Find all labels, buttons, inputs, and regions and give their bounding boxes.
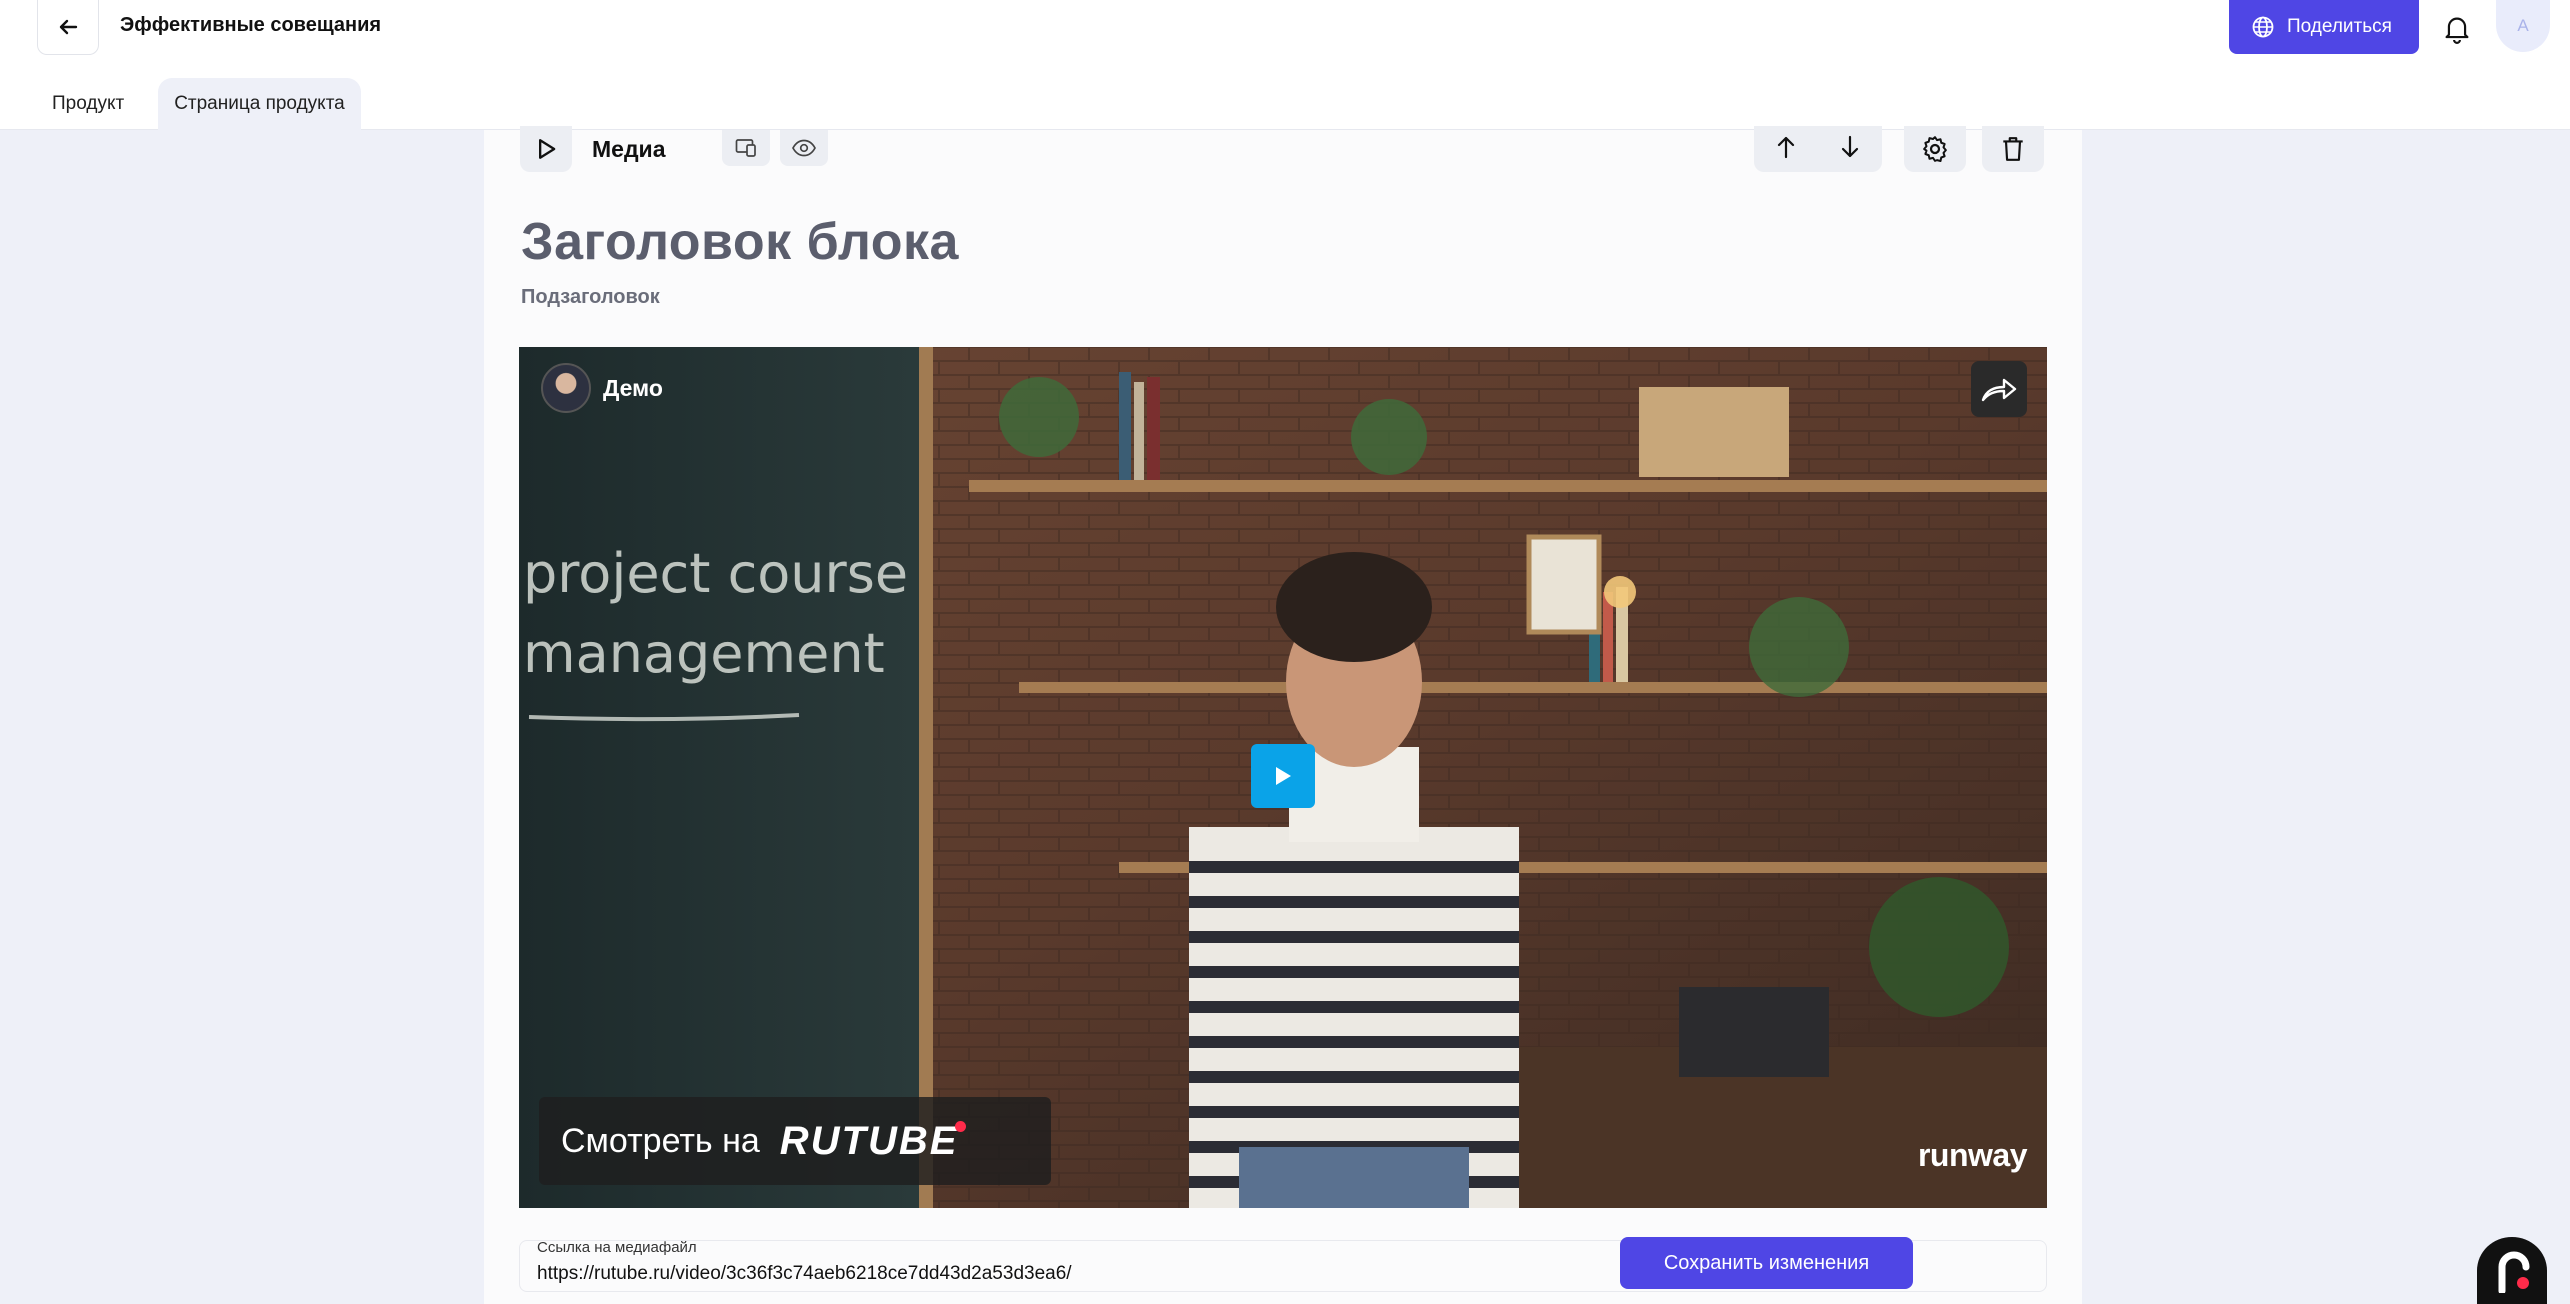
block-toolbar: Медиа	[520, 126, 2046, 172]
channel-info[interactable]: Демо	[541, 363, 663, 413]
arrow-left-icon	[59, 19, 78, 35]
channel-name: Демо	[603, 374, 663, 401]
play-outline-icon	[539, 139, 556, 159]
block-subtitle[interactable]: Подзаголовок	[521, 286, 660, 309]
save-changes-button[interactable]: Сохранить изменения	[1620, 1237, 1913, 1289]
top-bar: Эффективные совещания Поделиться A Проду…	[0, 0, 2570, 130]
rutube-logo: RUTUBE	[780, 1119, 967, 1164]
gear-icon	[1923, 136, 1947, 162]
watch-on-rutube-button[interactable]: Смотреть на RUTUBE	[539, 1097, 1051, 1185]
media-link-input[interactable]: https://rutube.ru/video/3c36f3c74aeb6218…	[537, 1263, 1072, 1285]
block-title[interactable]: Заголовок блока	[521, 212, 959, 272]
tab-product[interactable]: Продукт	[36, 78, 140, 130]
move-down-button[interactable]	[1838, 134, 1862, 165]
block-type-button[interactable]	[520, 126, 572, 172]
share-arrow-icon	[1981, 378, 2017, 402]
help-launcher-button[interactable]	[2477, 1237, 2547, 1304]
move-up-button[interactable]	[1774, 134, 1798, 165]
globe-icon	[2252, 16, 2274, 38]
bell-icon	[2445, 17, 2469, 44]
channel-avatar	[541, 363, 591, 413]
chalk-text-line1: project course	[523, 542, 908, 605]
block-editor-card: Медиа Заголовок блока Подзаголовок proje…	[484, 126, 2082, 1304]
reorder-group	[1754, 126, 1882, 172]
video-play-button[interactable]	[1251, 744, 1315, 808]
block-settings-button[interactable]	[1904, 126, 1966, 172]
tab-bar: Продукт Страница продукта	[36, 78, 361, 130]
device-preview-button[interactable]	[722, 130, 770, 166]
arrow-down-icon	[1841, 135, 1859, 157]
video-share-button[interactable]	[1971, 361, 2027, 417]
runway-watermark: runway	[1917, 1137, 2028, 1173]
eye-icon	[792, 139, 816, 157]
app-title: Эффективные совещания	[120, 14, 382, 36]
share-button-label: Поделиться	[2287, 16, 2392, 37]
play-icon	[1276, 767, 1291, 785]
notifications-button[interactable]	[2440, 12, 2474, 46]
media-link-label: Ссылка на медиафайл	[537, 1239, 697, 1256]
share-button[interactable]: Поделиться	[2229, 0, 2419, 54]
trash-icon	[2003, 137, 2023, 161]
block-type-label: Медиа	[592, 136, 666, 162]
devices-icon	[735, 139, 756, 157]
visibility-button[interactable]	[780, 130, 828, 166]
arrow-up-icon	[1777, 136, 1795, 158]
tab-product-page[interactable]: Страница продукта	[158, 78, 361, 130]
chalk-text-line2: management	[523, 622, 885, 685]
delete-block-button[interactable]	[1982, 126, 2044, 172]
watch-on-label: Смотреть на	[561, 1121, 760, 1160]
chat-logo-icon	[2498, 1251, 2530, 1293]
video-player[interactable]: project course management Демо Смотреть …	[519, 347, 2047, 1208]
back-button[interactable]	[37, 0, 99, 55]
avatar[interactable]: A	[2496, 0, 2550, 52]
